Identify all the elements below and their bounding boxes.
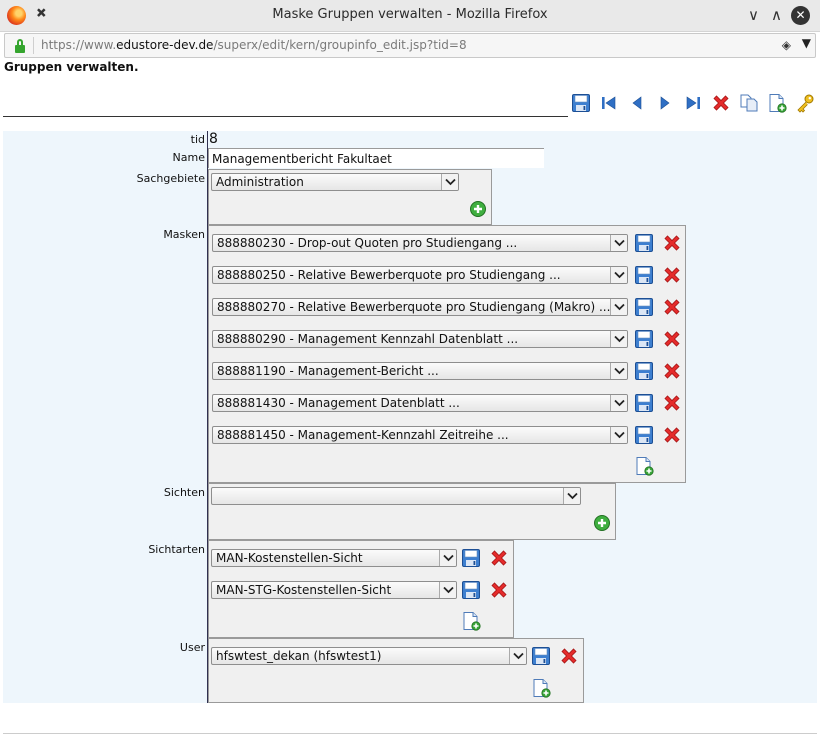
mask-select[interactable]: 888880290 - Management Kennzahl Datenbla… xyxy=(212,330,628,348)
save-icon[interactable] xyxy=(570,92,592,114)
sichtart-select[interactable]: MAN-STG-Kostenstellen-Sicht xyxy=(211,581,457,599)
delete-mask-button[interactable] xyxy=(661,392,683,414)
delete-sichtart-button[interactable] xyxy=(488,579,510,601)
user-select-value: hfswtest_dekan (hfswtest1) xyxy=(216,649,382,663)
page-title: Gruppen verwalten. xyxy=(4,60,139,74)
sichten-panel xyxy=(208,483,616,540)
delete-user-button[interactable] xyxy=(558,645,580,667)
mask-select[interactable]: 888881190 - Management-Bericht ... xyxy=(212,362,628,380)
sichtarten-panel: MAN-Kostenstellen-Sicht MAN-STG-Kostenst… xyxy=(208,540,514,638)
save-sichtart-button[interactable] xyxy=(460,579,482,601)
sichten-select[interactable] xyxy=(211,487,581,505)
chevron-down-icon xyxy=(610,267,627,283)
sichtart-select-value: MAN-Kostenstellen-Sicht xyxy=(216,551,363,565)
sichtart-select-value: MAN-STG-Kostenstellen-Sicht xyxy=(216,583,392,597)
mask-select-value: 888880230 - Drop-out Quoten pro Studieng… xyxy=(217,236,518,250)
delete-mask-button[interactable] xyxy=(661,232,683,254)
masken-panel: 888880230 - Drop-out Quoten pro Studieng… xyxy=(208,225,686,483)
heading-divider xyxy=(3,116,568,117)
url-host: edustore-dev.de xyxy=(116,38,214,52)
tracking-protection-icon[interactable]: ◈ xyxy=(782,38,791,52)
window-bottom-border xyxy=(3,733,817,734)
delete-mask-button[interactable] xyxy=(661,264,683,286)
add-sachgebiet-button[interactable] xyxy=(467,198,489,220)
window-titlebar: ✚ Maske Gruppen verwalten - Mozilla Fire… xyxy=(0,0,820,32)
lock-icon[interactable] xyxy=(15,39,25,53)
user-select[interactable]: hfswtest_dekan (hfswtest1) xyxy=(211,647,527,665)
url-path: /superx/edit/kern/groupinfo_edit.jsp?tid… xyxy=(213,38,467,52)
sachgebiete-select-value: Administration xyxy=(216,175,304,189)
mask-select-value: 888881430 - Management Datenblatt ... xyxy=(217,396,460,410)
save-mask-button[interactable] xyxy=(633,392,655,414)
key-icon[interactable] xyxy=(794,92,816,114)
delete-icon[interactable] xyxy=(710,92,732,114)
chevron-down-icon xyxy=(610,331,627,347)
window-title: Maske Gruppen verwalten - Mozilla Firefo… xyxy=(272,7,548,22)
save-mask-button[interactable] xyxy=(633,328,655,350)
delete-sichtart-button[interactable] xyxy=(488,547,510,569)
chevron-down-icon xyxy=(439,550,456,566)
chevron-down-icon xyxy=(441,174,458,190)
new-user-button[interactable] xyxy=(530,677,552,699)
add-sicht-button[interactable] xyxy=(591,512,613,534)
mask-select[interactable]: 888880230 - Drop-out Quoten pro Studieng… xyxy=(212,234,628,252)
name-input[interactable] xyxy=(208,148,544,168)
last-record-icon[interactable] xyxy=(682,92,704,114)
sichtart-select[interactable]: MAN-Kostenstellen-Sicht xyxy=(211,549,457,567)
url-bar[interactable]: https://www.edustore-dev.de/superx/edit/… xyxy=(4,33,816,58)
save-mask-button[interactable] xyxy=(633,424,655,446)
next-record-icon[interactable] xyxy=(654,92,676,114)
chevron-down-icon xyxy=(610,395,627,411)
chevron-down-icon xyxy=(610,299,627,315)
chevron-down-icon xyxy=(439,582,456,598)
close-window-button[interactable]: ✕ xyxy=(791,6,810,25)
masken-label: Masken xyxy=(163,228,205,241)
url-text[interactable]: https://www.edustore-dev.de/superx/edit/… xyxy=(41,38,467,52)
sachgebiete-panel: Administration xyxy=(208,169,492,225)
save-mask-button[interactable] xyxy=(633,232,655,254)
chevron-down-icon xyxy=(509,648,526,664)
mask-select-value: 888880250 - Relative Bewerberquote pro S… xyxy=(217,268,561,282)
first-record-icon[interactable] xyxy=(598,92,620,114)
tid-value: 8 xyxy=(209,131,218,147)
mask-select[interactable]: 888881430 - Management Datenblatt ... xyxy=(212,394,628,412)
chevron-down-icon xyxy=(563,488,580,504)
mask-select-value: 888880290 - Management Kennzahl Datenbla… xyxy=(217,332,519,346)
tid-label: tid xyxy=(190,133,205,146)
chevron-down-icon xyxy=(610,235,627,251)
mask-select[interactable]: 888880270 - Relative Bewerberquote pro S… xyxy=(212,298,628,316)
mask-select[interactable]: 888881450 - Management-Kennzahl Zeitreih… xyxy=(212,426,628,444)
save-user-button[interactable] xyxy=(530,645,552,667)
sichten-label: Sichten xyxy=(163,486,205,499)
sachgebiete-label: Sachgebiete xyxy=(136,172,205,185)
mask-select-value: 888880270 - Relative Bewerberquote pro S… xyxy=(217,300,611,314)
delete-mask-button[interactable] xyxy=(661,296,683,318)
minimize-button[interactable]: ∨ xyxy=(748,5,759,25)
chevron-down-icon xyxy=(610,363,627,379)
url-scheme: https://www. xyxy=(41,38,117,52)
mask-select[interactable]: 888880250 - Relative Bewerberquote pro S… xyxy=(212,266,628,284)
save-mask-button[interactable] xyxy=(633,360,655,382)
sichtarten-label: Sichtarten xyxy=(148,543,205,556)
delete-mask-button[interactable] xyxy=(661,328,683,350)
delete-mask-button[interactable] xyxy=(661,360,683,382)
chevron-down-icon xyxy=(610,427,627,443)
delete-mask-button[interactable] xyxy=(661,424,683,446)
name-label: Name xyxy=(172,151,205,164)
previous-record-icon[interactable] xyxy=(626,92,648,114)
chevron-down-icon[interactable]: ▼ xyxy=(802,36,811,50)
maximize-button[interactable]: ∧ xyxy=(771,5,782,25)
new-mask-button[interactable] xyxy=(633,455,655,477)
new-sichtart-button[interactable] xyxy=(460,610,482,632)
user-label: User xyxy=(179,641,205,654)
save-mask-button[interactable] xyxy=(633,264,655,286)
user-panel: hfswtest_dekan (hfswtest1) xyxy=(208,638,584,703)
sachgebiete-select[interactable]: Administration xyxy=(211,173,459,191)
save-sichtart-button[interactable] xyxy=(460,547,482,569)
new-record-icon[interactable] xyxy=(766,92,788,114)
save-mask-button[interactable] xyxy=(633,296,655,318)
copy-icon[interactable] xyxy=(738,92,760,114)
mask-select-value: 888881190 - Management-Bericht ... xyxy=(217,364,439,378)
mask-select-value: 888881450 - Management-Kennzahl Zeitreih… xyxy=(217,428,509,442)
